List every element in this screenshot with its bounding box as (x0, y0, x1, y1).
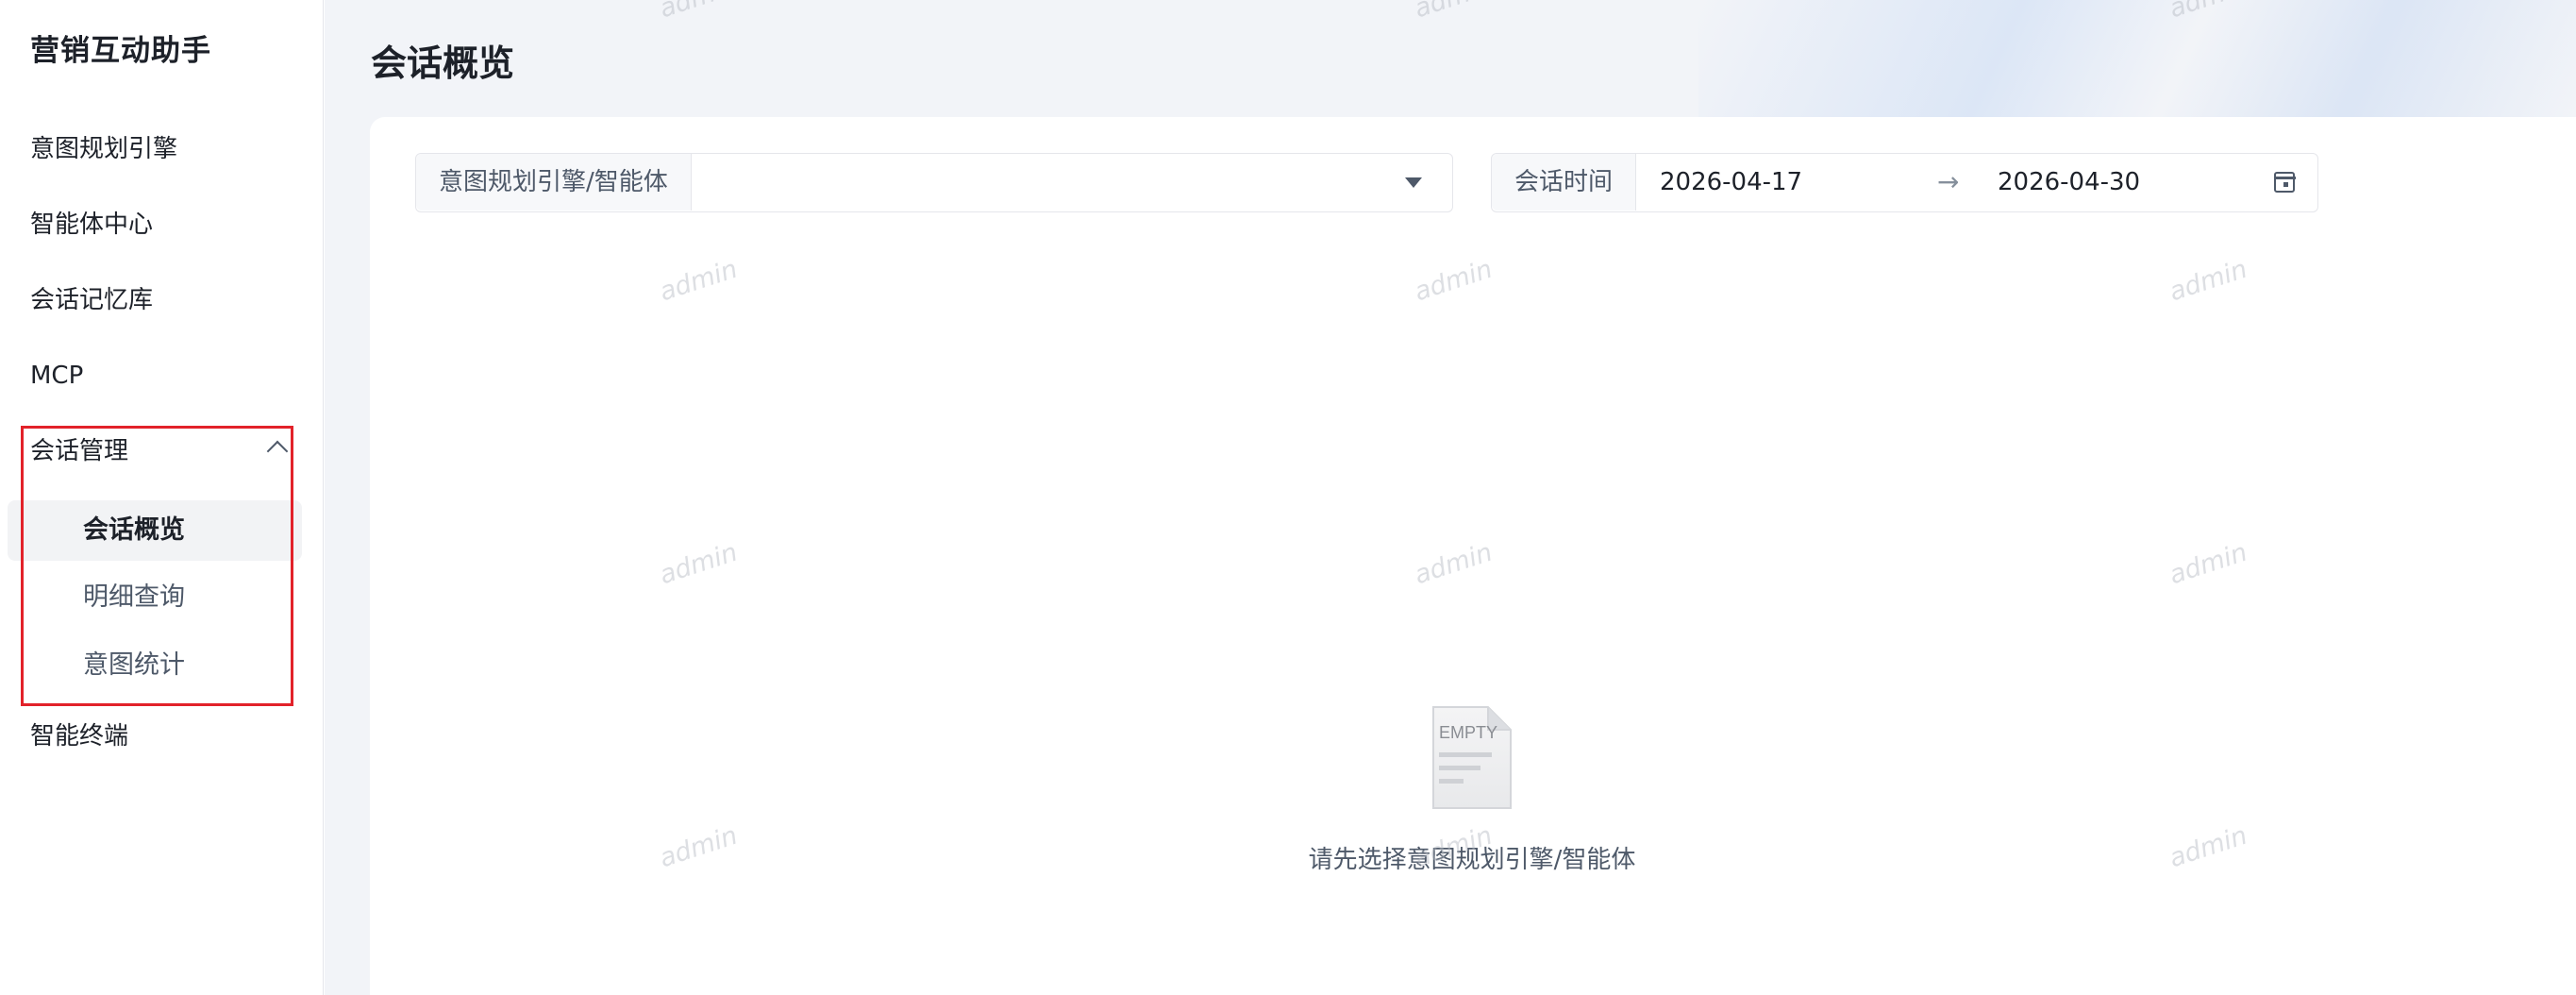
page-title: 会话概览 (371, 42, 515, 84)
sidebar-subitem-intent-stats[interactable]: 意图统计 (83, 635, 185, 696)
sidebar-subitem-session-overview[interactable]: 会话概览 (83, 500, 185, 561)
sidebar-item-intent-engine[interactable]: 意图规划引擎 (30, 121, 177, 177)
session-time-filter: 会话时间 2026-04-17 → 2026-04-30 (1491, 153, 2318, 212)
sidebar-group-session-management[interactable]: 会话管理 (30, 423, 289, 480)
calendar-icon[interactable] (2273, 172, 2296, 193)
sidebar-subitem-detail-query[interactable]: 明细查询 (83, 567, 185, 628)
sidebar-item-session-memory[interactable]: 会话记忆库 (30, 272, 153, 329)
header-decoration (1698, 0, 2576, 118)
range-arrow-icon: → (1937, 166, 1960, 197)
empty-state-message: 请先选择意图规划引擎/智能体 (1308, 846, 1636, 874)
session-time-label: 会话时间 (1492, 154, 1637, 211)
engine-agent-filter: 意图规划引擎/智能体 (415, 153, 1453, 212)
empty-document-icon: EMPTY (1432, 706, 1512, 809)
empty-icon-text: EMPTY (1439, 723, 1497, 742)
sidebar-item-mcp[interactable]: MCP (30, 347, 83, 404)
app-title: 营销互动助手 (30, 34, 211, 68)
end-date-input[interactable]: 2026-04-30 (1998, 154, 2140, 211)
sidebar-item-smart-terminal[interactable]: 智能终端 (30, 708, 128, 765)
engine-agent-select[interactable] (694, 154, 1452, 211)
app-root: 营销互动助手 意图规划引擎 智能体中心 会话记忆库 MCP 会话管理 会话概览 … (0, 0, 2576, 995)
sidebar-group-label: 会话管理 (30, 437, 129, 465)
sidebar-item-agent-center[interactable]: 智能体中心 (30, 196, 153, 253)
chevron-up-icon (266, 440, 289, 463)
sidebar: 营销互动助手 意图规划引擎 智能体中心 会话记忆库 MCP 会话管理 会话概览 … (0, 0, 324, 995)
start-date-input[interactable]: 2026-04-17 (1660, 154, 1802, 211)
caret-down-icon[interactable] (1405, 177, 1422, 188)
engine-agent-filter-label: 意图规划引擎/智能体 (416, 154, 692, 211)
